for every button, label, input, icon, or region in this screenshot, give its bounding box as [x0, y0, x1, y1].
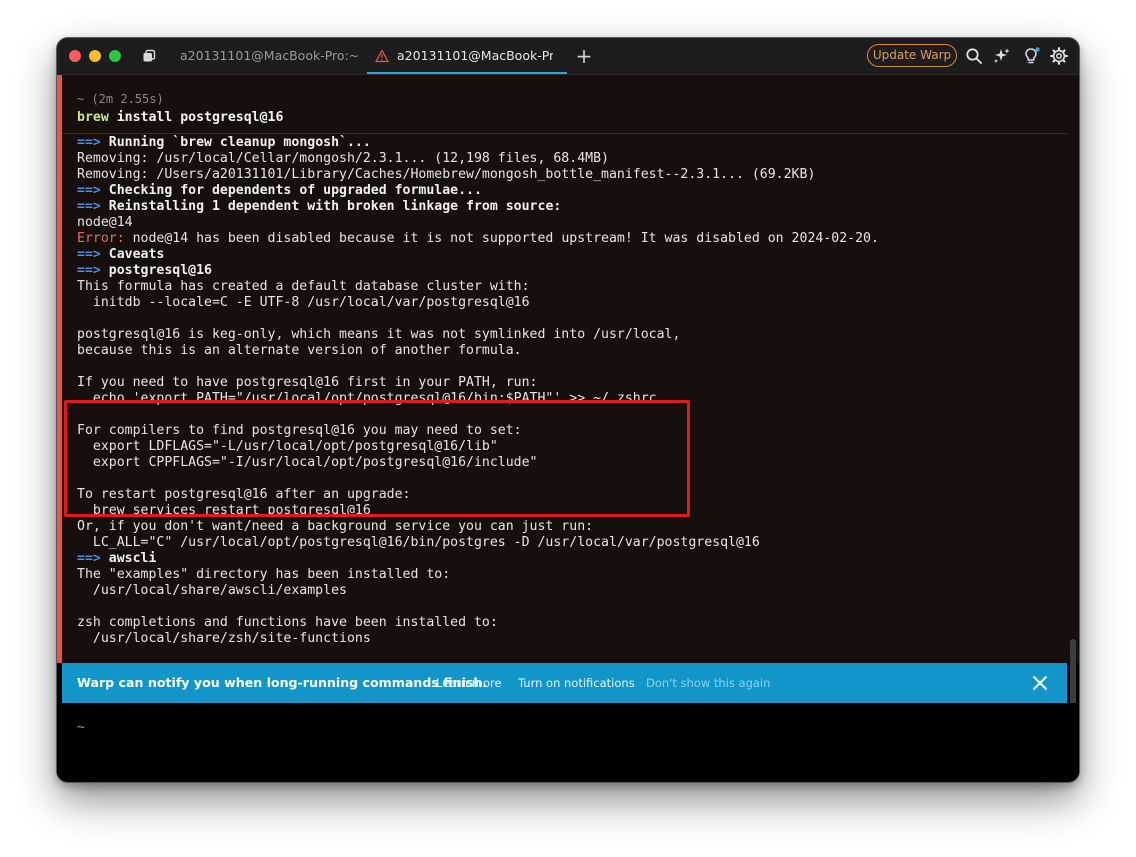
output-text: postgresql@16 is keg-only, which means i…	[77, 327, 681, 342]
output-text: Checking for dependents of upgraded form…	[108, 183, 482, 198]
tabs-panel-icon[interactable]	[142, 49, 156, 63]
notification-banner: Warp can notify you when long-running co…	[62, 663, 1067, 703]
output-text: The "examples" directory has been instal…	[77, 567, 451, 582]
error-label: Error:	[77, 231, 125, 246]
output-text: /usr/local/share/awscli/examples	[77, 583, 347, 598]
output-line: ==> postgresql@16	[77, 263, 1067, 279]
close-icon[interactable]	[1032, 675, 1048, 691]
output-line: ==> Running `brew cleanup mongosh`...	[77, 135, 1067, 151]
output-text: Caveats	[108, 247, 165, 262]
learn-more-link[interactable]: Learn more	[436, 663, 502, 703]
input-editor[interactable]: ~	[57, 703, 1079, 782]
tab-active[interactable]: a20131101@MacBook-Pro:	[367, 38, 567, 74]
output-arrow: ==>	[77, 263, 109, 278]
lightbulb-icon[interactable]	[1022, 47, 1040, 65]
zoom-window-button[interactable]	[109, 50, 121, 62]
gear-icon[interactable]	[1050, 47, 1068, 65]
highlight-annotation	[64, 400, 690, 517]
output-line: If you need to have postgresql@16 first …	[77, 375, 1067, 391]
error-block-indicator	[57, 75, 62, 663]
output-text: Running `brew cleanup mongosh`...	[108, 135, 371, 150]
output-arrow: ==>	[77, 551, 109, 566]
terminal-window: a20131101@MacBook-Pro:~ a20131101@MacBoo…	[57, 38, 1079, 782]
output-line: Removing: /usr/local/Cellar/mongosh/2.3.…	[77, 151, 1067, 167]
output-text: because this is an alternate version of …	[77, 343, 522, 358]
scrollbar[interactable]	[1070, 639, 1076, 707]
command-duration: ~ (2m 2.55s)	[77, 92, 164, 106]
output-line: The "examples" directory has been instal…	[77, 567, 1067, 583]
tab-label: a20131101@MacBook-Pro:~	[180, 48, 360, 63]
output-text: Reinstalling 1 dependent with broken lin…	[108, 199, 562, 214]
output-text: zsh completions and functions have been …	[77, 615, 498, 630]
output-line: ==> Reinstalling 1 dependent with broken…	[77, 199, 1067, 215]
tab-home[interactable]: a20131101@MacBook-Pro:~	[167, 38, 363, 74]
output-line: postgresql@16 is keg-only, which means i…	[77, 327, 1067, 343]
output-line: Or, if you don't want/need a background …	[77, 519, 1067, 535]
search-icon[interactable]	[965, 47, 983, 65]
minimize-window-button[interactable]	[89, 50, 101, 62]
output-line: Error: node@14 has been disabled because…	[77, 231, 1067, 247]
close-window-button[interactable]	[69, 50, 81, 62]
notification-message: Warp can notify you when long-running co…	[77, 675, 488, 690]
output-text: If you need to have postgresql@16 first …	[77, 375, 538, 390]
output-line: node@14	[77, 215, 1067, 231]
active-tab-indicator	[367, 72, 567, 74]
command-block-header[interactable]: ~ (2m 2.55s) brew install postgresql@16	[62, 75, 1067, 134]
command-keyword: brew	[77, 110, 109, 125]
output-line: zsh completions and functions have been …	[77, 615, 1067, 631]
output-line: ==> Caveats	[77, 247, 1067, 263]
output-text: Removing: /Users/a20131101/Library/Cache…	[77, 167, 816, 182]
sparkles-icon[interactable]	[993, 47, 1011, 65]
command-args: install postgresql@16	[108, 110, 284, 125]
output-text: Removing: /usr/local/Cellar/mongosh/2.3.…	[77, 151, 609, 166]
title-bar: a20131101@MacBook-Pro:~ a20131101@MacBoo…	[57, 38, 1079, 75]
output-line: Removing: /Users/a20131101/Library/Cache…	[77, 167, 1067, 183]
command-output: ==> Running `brew cleanup mongosh`... Rem…	[77, 135, 1067, 647]
tab-label: a20131101@MacBook-Pro:	[397, 48, 553, 63]
prompt-directory: ~	[77, 720, 85, 735]
output-text: awscli	[108, 551, 157, 566]
output-text: postgresql@16	[108, 263, 212, 278]
warning-icon	[375, 49, 389, 63]
turn-on-notifications-link[interactable]: Turn on notifications	[518, 663, 635, 703]
output-line: because this is an alternate version of …	[77, 343, 1067, 359]
output-text: initdb --locale=C -E UTF-8 /usr/local/va…	[77, 295, 530, 310]
output-text: Or, if you don't want/need a background …	[77, 519, 594, 534]
output-arrow: ==>	[77, 247, 109, 262]
output-arrow: ==>	[77, 183, 109, 198]
output-line: initdb --locale=C -E UTF-8 /usr/local/va…	[77, 295, 1067, 311]
output-line: ==> Checking for dependents of upgraded …	[77, 183, 1067, 199]
output-text: /usr/local/share/zsh/site-functions	[77, 631, 371, 646]
output-line: /usr/local/share/awscli/examples	[77, 583, 1067, 599]
output-text: LC_ALL="C" /usr/local/opt/postgresql@16/…	[77, 535, 760, 550]
output-line: /usr/local/share/zsh/site-functions	[77, 631, 1067, 647]
output-arrow: ==>	[77, 199, 109, 214]
output-line: ==> awscli	[77, 551, 1067, 567]
new-tab-button[interactable]: +	[575, 46, 593, 66]
command-text: brew install postgresql@16	[77, 110, 283, 125]
output-line: This formula has created a default datab…	[77, 279, 1067, 295]
dont-show-again-link[interactable]: Don't show this again	[646, 663, 770, 703]
output-text: node@14	[77, 215, 133, 230]
output-arrow: ==>	[77, 135, 109, 150]
terminal-output-area[interactable]: ~ (2m 2.55s) brew install postgresql@16 …	[57, 75, 1079, 707]
update-warp-button[interactable]: Update Warp	[867, 44, 957, 67]
output-text: node@14 has been disabled because it is …	[124, 231, 879, 246]
output-text: This formula has created a default datab…	[77, 279, 530, 294]
output-line: LC_ALL="C" /usr/local/opt/postgresql@16/…	[77, 535, 1067, 551]
